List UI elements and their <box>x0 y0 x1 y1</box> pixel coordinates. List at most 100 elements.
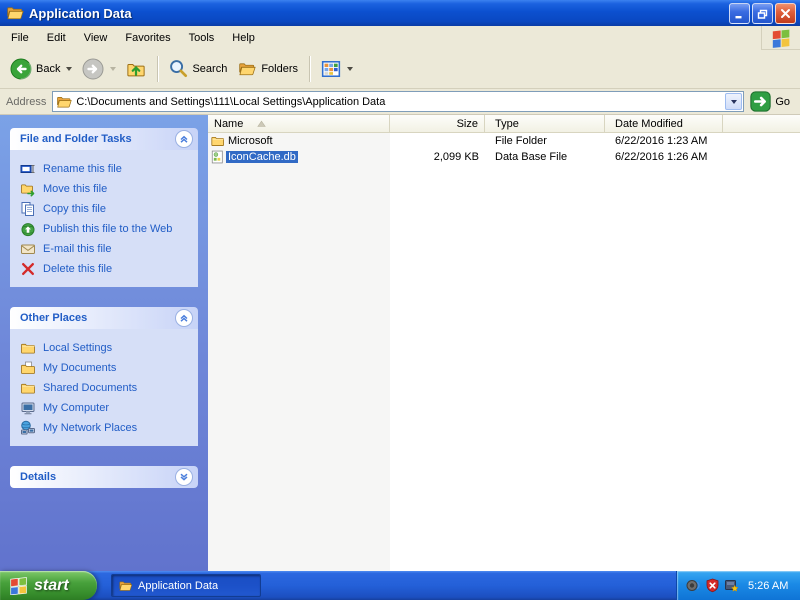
column-label: Type <box>495 118 519 130</box>
taskbar-clock[interactable]: 5:26 AM <box>748 580 788 592</box>
views-icon <box>321 60 341 78</box>
start-button[interactable]: start <box>0 571 97 600</box>
restore-icon <box>756 7 769 20</box>
minimize-button[interactable] <box>729 3 750 24</box>
sort-ascending-icon <box>257 120 266 128</box>
chevron-down-icon <box>731 100 737 104</box>
toolbar-separator <box>157 56 158 82</box>
update-star-icon[interactable] <box>724 578 739 593</box>
column-label: Name <box>214 118 243 130</box>
windows-flag-icon <box>8 576 29 595</box>
file-type: Data Base File <box>485 151 605 163</box>
back-dropdown-caret[interactable] <box>66 67 72 71</box>
address-combo[interactable]: C:\Documents and Settings\111\Local Sett… <box>52 91 744 112</box>
collapse-button[interactable] <box>175 130 193 148</box>
back-icon <box>10 58 32 80</box>
task-move-this-file[interactable]: Move this file <box>20 179 192 199</box>
my-computer-icon <box>20 400 36 416</box>
forward-button[interactable] <box>78 56 120 82</box>
file-date-modified: 6/22/2016 1:23 AM <box>605 135 723 147</box>
up-button[interactable] <box>122 57 150 81</box>
panel-header[interactable]: Other Places <box>10 307 198 329</box>
task-delete-this-file[interactable]: Delete this file <box>20 259 192 279</box>
folder-icon <box>20 380 36 396</box>
views-dropdown-caret[interactable] <box>347 67 353 71</box>
search-icon <box>169 59 188 78</box>
address-input[interactable]: C:\Documents and Settings\111\Local Sett… <box>76 96 724 108</box>
restore-button[interactable] <box>752 3 773 24</box>
place-label: My Computer <box>43 402 109 414</box>
place-label: Shared Documents <box>43 382 137 394</box>
title-bar[interactable]: Application Data <box>0 0 800 26</box>
task-email-this-file[interactable]: E-mail this file <box>20 239 192 259</box>
address-bar: Address C:\Documents and Settings\111\Lo… <box>0 89 800 115</box>
start-label: start <box>34 577 79 595</box>
menu-tools[interactable]: Tools <box>180 29 224 47</box>
window-title: Application Data <box>29 6 729 21</box>
file-row-microsoft[interactable]: Microsoft File Folder 6/22/2016 1:23 AM <box>208 133 800 149</box>
forward-dropdown-caret[interactable] <box>110 67 116 71</box>
task-label: Publish this file to the Web <box>43 223 172 235</box>
file-name: IconCache.db <box>226 151 298 163</box>
place-label: My Network Places <box>43 422 137 434</box>
back-button[interactable]: Back <box>6 56 76 82</box>
search-button[interactable]: Search <box>165 57 231 80</box>
file-type: File Folder <box>485 135 605 147</box>
sorted-column-tint <box>208 132 390 571</box>
column-label: Date Modified <box>615 118 683 130</box>
place-my-computer[interactable]: My Computer <box>20 398 192 418</box>
place-my-network-places[interactable]: My Network Places <box>20 418 192 438</box>
menu-edit[interactable]: Edit <box>38 29 75 47</box>
folder-icon <box>210 134 225 148</box>
column-header-name[interactable]: Name <box>208 115 390 132</box>
place-local-settings[interactable]: Local Settings <box>20 338 192 358</box>
expand-button[interactable] <box>175 468 193 486</box>
my-network-places-icon <box>20 420 36 436</box>
task-publish-this-file-to-the-web[interactable]: Publish this file to the Web <box>20 219 192 239</box>
explorer-window: Application Data File Edit V <box>0 0 800 571</box>
close-button[interactable] <box>775 3 796 24</box>
task-label: Rename this file <box>43 163 122 175</box>
file-row-iconcache-db[interactable]: IconCache.db 2,099 KB Data Base File 6/2… <box>208 149 800 165</box>
taskbar-task-application-data[interactable]: Application Data <box>111 574 261 597</box>
column-header-size[interactable]: Size <box>390 115 485 132</box>
column-header-date-modified[interactable]: Date Modified <box>605 115 723 132</box>
menu-favorites[interactable]: Favorites <box>116 29 179 47</box>
column-header-type[interactable]: Type <box>485 115 605 132</box>
task-label: Copy this file <box>43 203 106 215</box>
collapse-button[interactable] <box>175 309 193 327</box>
views-button[interactable] <box>317 58 357 80</box>
back-label: Back <box>36 63 60 75</box>
panel-header[interactable]: Details <box>10 466 198 488</box>
search-label: Search <box>192 63 227 75</box>
panel-title: Other Places <box>20 312 87 324</box>
task-copy-this-file[interactable]: Copy this file <box>20 199 192 219</box>
place-label: My Documents <box>43 362 116 374</box>
menu-bar: File Edit View Favorites Tools Help <box>0 26 800 49</box>
go-button[interactable]: Go <box>750 91 794 112</box>
address-dropdown-button[interactable] <box>725 93 742 110</box>
panel-other-places: Other Places Local Settings <box>10 307 198 446</box>
chevron-down-icon <box>179 472 189 482</box>
volume-icon[interactable] <box>686 578 701 593</box>
task-label: E-mail this file <box>43 243 111 255</box>
menu-file[interactable]: File <box>2 29 38 47</box>
task-rename-this-file[interactable]: Rename this file <box>20 159 192 179</box>
menu-help[interactable]: Help <box>223 29 264 47</box>
panel-header[interactable]: File and Folder Tasks <box>10 128 198 150</box>
rename-icon <box>20 161 36 177</box>
file-list-area: Name Size Type Date Modified <box>208 115 800 571</box>
column-header-row: Name Size Type Date Modified <box>208 115 800 133</box>
menu-view[interactable]: View <box>75 29 117 47</box>
system-tray: 5:26 AM <box>676 571 800 600</box>
toolbar: Back <box>0 49 800 89</box>
security-shield-icon[interactable] <box>705 578 720 593</box>
place-shared-documents[interactable]: Shared Documents <box>20 378 192 398</box>
panel-details: Details <box>10 466 198 488</box>
folders-button[interactable]: Folders <box>233 58 302 80</box>
address-label: Address <box>6 96 46 108</box>
my-documents-icon <box>20 360 36 376</box>
place-my-documents[interactable]: My Documents <box>20 358 192 378</box>
task-label: Move this file <box>43 183 107 195</box>
minimize-icon <box>733 7 746 20</box>
